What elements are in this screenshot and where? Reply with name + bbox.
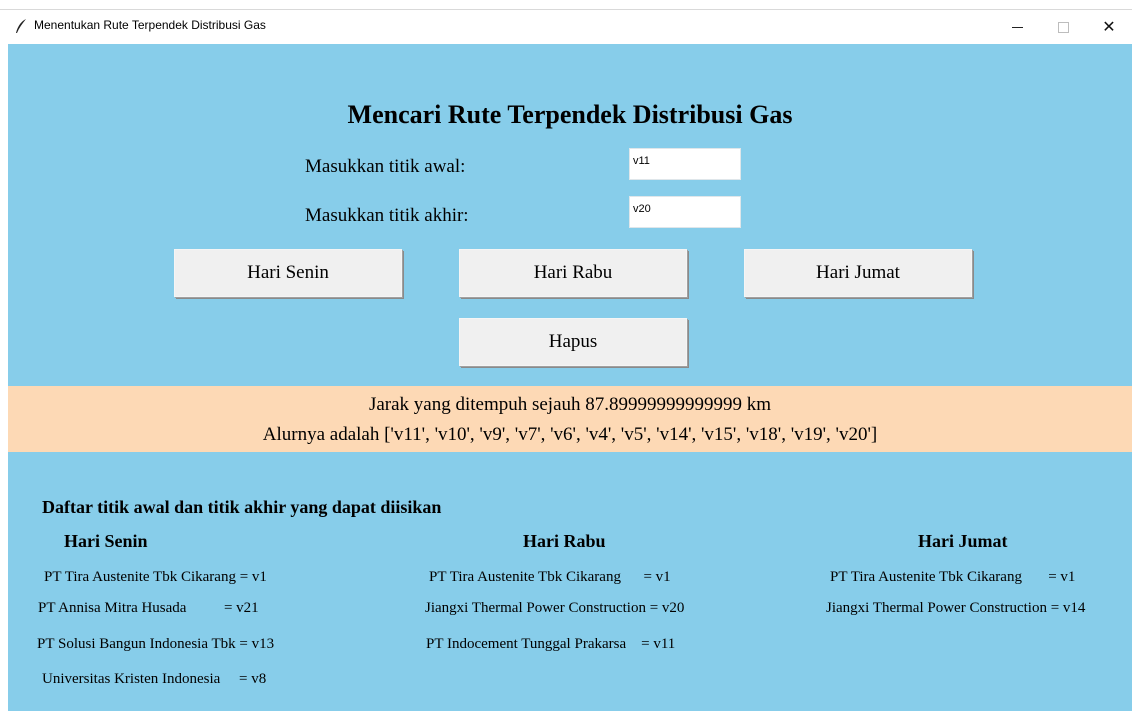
close-icon: ✕ — [1102, 19, 1116, 36]
rabu-list-item: PT Indocement Tunggal Prakarsa = v11 — [426, 636, 676, 652]
feather-icon — [16, 19, 26, 33]
main-panel: Mencari Rute Terpendek Distribusi Gas Ma… — [8, 44, 1132, 711]
senin-list-title: Hari Senin — [64, 531, 148, 551]
jumat-list-item: PT Tira Austenite Tbk Cikarang = v1 — [830, 569, 1076, 585]
senin-list-item: PT Tira Austenite Tbk Cikarang = v1 — [44, 569, 267, 585]
start-point-input[interactable]: v11 — [629, 148, 741, 180]
maximize-icon — [1057, 21, 1069, 33]
jumat-list-title: Hari Jumat — [918, 531, 1008, 551]
distance-text: Jarak yang ditempuh sejauh 87.8999999999… — [368, 394, 772, 415]
rabu-list-item: Jiangxi Thermal Power Construction = v20 — [425, 600, 685, 616]
jumat-button[interactable]: Hari Jumat — [744, 249, 972, 297]
jumat-list-item: Jiangxi Thermal Power Construction = v14 — [826, 600, 1086, 616]
rabu-button[interactable]: Hari Rabu — [459, 249, 687, 297]
result-panel: Jarak yang ditempuh sejauh 87.8999999999… — [8, 386, 1132, 452]
senin-list-item: PT Annisa Mitra Husada = v21 — [38, 600, 259, 616]
route-text: Alurnya adalah ['v11', 'v10', 'v9', 'v7'… — [262, 424, 878, 445]
maximize-button[interactable] — [1040, 12, 1086, 42]
senin-button[interactable]: Hari Senin — [174, 249, 402, 297]
clear-button[interactable]: Hapus — [459, 318, 687, 366]
minimize-icon — [1011, 26, 1023, 28]
title-bar: Menentukan Rute Terpendek Distribusi Gas… — [0, 0, 1132, 44]
list-title: Daftar titik awal dan titik akhir yang d… — [42, 497, 442, 517]
title-bar-divider — [0, 9, 1132, 10]
rabu-list-item: PT Tira Austenite Tbk Cikarang = v1 — [429, 569, 671, 585]
close-button[interactable]: ✕ — [1086, 12, 1132, 42]
page-title: Mencari Rute Terpendek Distribusi Gas — [347, 100, 793, 129]
senin-list-item: PT Solusi Bangun Indonesia Tbk = v13 — [37, 636, 275, 652]
end-point-input[interactable]: v20 — [629, 196, 741, 228]
end-point-label: Masukkan titik akhir: — [305, 205, 469, 226]
rabu-list-title: Hari Rabu — [523, 531, 606, 551]
start-point-label: Masukkan titik awal: — [305, 156, 466, 177]
minimize-button[interactable] — [994, 12, 1040, 42]
window-title: Menentukan Rute Terpendek Distribusi Gas — [34, 18, 266, 32]
senin-list-item: Universitas Kristen Indonesia = v8 — [42, 671, 267, 687]
